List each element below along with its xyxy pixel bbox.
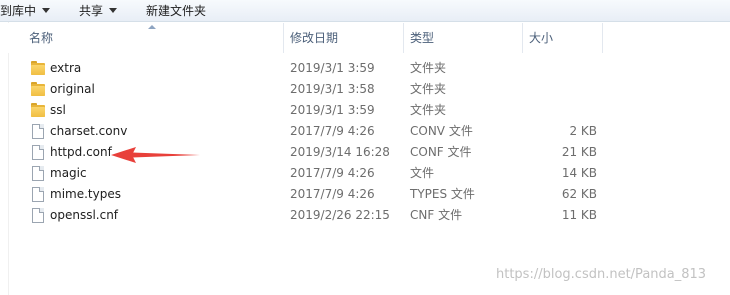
- sort-ascending-icon: [148, 25, 156, 29]
- column-divider[interactable]: [283, 23, 284, 53]
- file-name: mime.types: [50, 187, 121, 201]
- column-divider[interactable]: [602, 23, 603, 53]
- file-size: 2 KB: [569, 124, 597, 138]
- chevron-down-icon: [42, 8, 51, 13]
- file-type: 文件夹: [410, 61, 447, 75]
- list-item[interactable]: charset.conv 2017/7/9 4:26 CONV 文件 2 KB: [0, 121, 730, 142]
- file-type: CONV 文件: [410, 124, 473, 138]
- file-icon: [32, 145, 44, 160]
- chevron-down-icon: [109, 8, 118, 13]
- file-size: [525, 79, 597, 100]
- list-item[interactable]: magic 2017/7/9 4:26 文件 14 KB: [0, 163, 730, 184]
- share-label: 共享: [79, 4, 104, 18]
- file-size: 11 KB: [561, 208, 597, 222]
- include-in-library-label: 到库中: [0, 4, 37, 18]
- file-name: charset.conv: [50, 124, 128, 138]
- column-header: 名称 修改日期 类型 大小: [0, 23, 730, 53]
- file-date: 2017/7/9 4:26: [290, 187, 375, 201]
- file-icon: [32, 124, 44, 139]
- folder-icon: [31, 61, 45, 76]
- new-folder-button[interactable]: 新建文件夹: [146, 3, 206, 19]
- file-size: 62 KB: [561, 187, 597, 201]
- column-header-type[interactable]: 类型: [410, 23, 434, 53]
- new-folder-label: 新建文件夹: [146, 4, 207, 18]
- file-size: 14 KB: [561, 166, 597, 180]
- file-size: [525, 100, 597, 121]
- column-header-size[interactable]: 大小: [529, 23, 553, 53]
- file-name: httpd.conf: [50, 145, 112, 159]
- file-icon: [32, 208, 44, 223]
- list-item[interactable]: original 2019/3/1 3:58 文件夹: [0, 79, 730, 100]
- file-name: extra: [50, 61, 82, 75]
- share-button[interactable]: 共享: [79, 3, 118, 19]
- file-type: TYPES 文件: [410, 187, 475, 201]
- folder-icon: [31, 103, 45, 118]
- file-type: 文件夹: [410, 103, 447, 117]
- list-item[interactable]: mime.types 2017/7/9 4:26 TYPES 文件 62 KB: [0, 184, 730, 205]
- file-name: magic: [50, 166, 87, 180]
- file-date: 2019/3/1 3:59: [290, 61, 375, 75]
- file-name: openssl.cnf: [50, 208, 119, 222]
- file-icon: [32, 187, 44, 202]
- file-type: 文件夹: [410, 82, 447, 96]
- file-size: 21 KB: [561, 145, 597, 159]
- toolbar: 到库中 共享 新建文件夹: [0, 0, 730, 22]
- red-arrow-annotation: [111, 147, 200, 163]
- watermark: https://blog.csdn.net/Panda_813: [496, 267, 707, 282]
- column-divider[interactable]: [522, 23, 523, 53]
- file-date: 2017/7/9 4:26: [290, 124, 375, 138]
- file-date: 2019/3/1 3:58: [290, 82, 375, 96]
- include-in-library-button[interactable]: 到库中: [0, 3, 51, 19]
- file-date: 2019/2/26 22:15: [290, 208, 390, 222]
- file-name: original: [50, 82, 95, 96]
- file-name: ssl: [50, 103, 66, 117]
- list-item[interactable]: ssl 2019/3/1 3:59 文件夹: [0, 100, 730, 121]
- file-icon: [32, 166, 44, 181]
- file-type: 文件: [410, 166, 435, 180]
- file-date: 2019/3/14 16:28: [290, 145, 390, 159]
- file-date: 2017/7/9 4:26: [290, 166, 375, 180]
- file-type: CNF 文件: [410, 208, 463, 222]
- column-header-name[interactable]: 名称: [29, 23, 53, 53]
- file-size: [525, 58, 597, 79]
- list-item[interactable]: openssl.cnf 2019/2/26 22:15 CNF 文件 11 KB: [0, 205, 730, 226]
- file-date: 2019/3/1 3:59: [290, 103, 375, 117]
- column-divider[interactable]: [403, 23, 404, 53]
- arrow-shaft: [132, 152, 200, 158]
- list-item[interactable]: extra 2019/3/1 3:59 文件夹: [0, 58, 730, 79]
- column-header-date[interactable]: 修改日期: [290, 23, 338, 53]
- file-type: CONF 文件: [410, 145, 472, 159]
- folder-icon: [31, 82, 45, 97]
